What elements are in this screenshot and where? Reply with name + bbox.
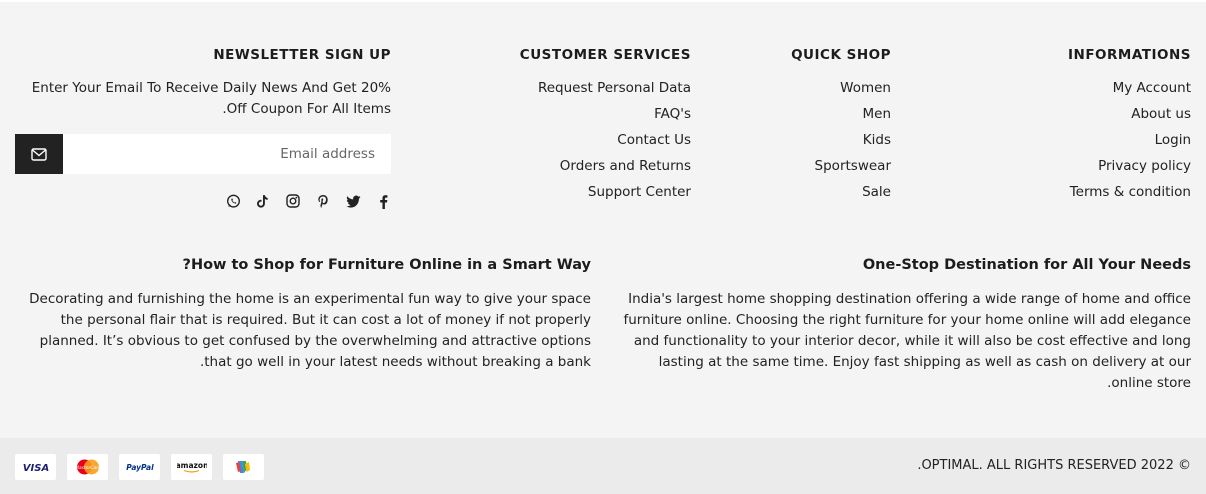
link-terms-condition[interactable]: Terms & condition: [1070, 184, 1191, 200]
link-women[interactable]: Women: [840, 80, 891, 96]
amazon-icon: amazon: [171, 454, 212, 480]
link-men[interactable]: Men: [862, 106, 891, 122]
payment-methods: VISA MasterCard PayPal amazon: [15, 454, 264, 480]
newsletter-column: NEWSLETTER SIGN UP Enter Your Email To R…: [15, 46, 391, 210]
svg-text:amazon: amazon: [177, 461, 207, 470]
top-divider: [0, 0, 1206, 2]
customer-services-list: Request Personal Data FAQ's Contact Us O…: [441, 80, 691, 210]
customer-services-column: CUSTOMER SERVICES Request Personal Data …: [441, 46, 691, 210]
visa-icon: VISA: [15, 454, 56, 480]
quick-shop-column: QUICK SHOP Women Men Kids Sportswear Sal…: [691, 46, 891, 210]
furniture-body: Decorating and furnishing the home is an…: [29, 291, 591, 370]
informations-column: INFORMATIONS My Account About us Login P…: [991, 46, 1191, 210]
svg-text:MasterCard: MasterCard: [75, 465, 101, 471]
copyright-text: © 2022 OPTIMAL. ALL RIGHTS RESERVED.: [917, 458, 1191, 473]
link-orders-returns[interactable]: Orders and Returns: [560, 158, 691, 174]
link-kids[interactable]: Kids: [863, 132, 891, 148]
svg-text:PayPal: PayPal: [126, 463, 154, 472]
twitter-icon[interactable]: [345, 193, 361, 209]
link-my-account[interactable]: My Account: [1113, 80, 1191, 96]
social-links: [15, 192, 391, 210]
quick-shop-list: Women Men Kids Sportswear Sale: [691, 80, 891, 210]
newsletter-description: Enter Your Email To Receive Daily News A…: [31, 80, 391, 117]
link-privacy-policy[interactable]: Privacy policy: [1098, 158, 1191, 174]
link-sportswear[interactable]: Sportswear: [815, 158, 891, 174]
paypal-icon: PayPal: [119, 454, 160, 480]
furniture-title: ?How to Shop for Furniture Online in a S…: [182, 257, 591, 273]
link-sale[interactable]: Sale: [862, 184, 891, 200]
customer-services-title: CUSTOMER SERVICES: [519, 47, 691, 63]
one-stop-article: One-Stop Destination for All Your Needs …: [616, 256, 1192, 394]
mastercard-icon: MasterCard: [67, 454, 108, 480]
newsletter-form: [15, 134, 391, 174]
link-request-personal-data[interactable]: Request Personal Data: [538, 80, 691, 96]
google-wallet-icon: [223, 454, 264, 480]
tiktok-icon[interactable]: [255, 193, 271, 209]
one-stop-title: One-Stop Destination for All Your Needs: [862, 257, 1191, 273]
furniture-article: ?How to Shop for Furniture Online in a S…: [15, 256, 591, 373]
link-faqs[interactable]: FAQ's: [654, 106, 691, 122]
svg-text:VISA: VISA: [22, 463, 48, 473]
envelope-icon: [31, 147, 47, 161]
informations-title: INFORMATIONS: [1068, 47, 1191, 63]
one-stop-body: India's largest home shopping destinatio…: [623, 291, 1192, 391]
instagram-icon[interactable]: [285, 193, 301, 209]
email-input[interactable]: [63, 134, 391, 174]
informations-list: My Account About us Login Privacy policy…: [991, 80, 1191, 210]
footer-bottom-bar: VISA MasterCard PayPal amazon © 2022 OPT…: [0, 438, 1206, 494]
newsletter-title: NEWSLETTER SIGN UP: [213, 47, 391, 63]
link-support-center[interactable]: Support Center: [588, 184, 691, 200]
quick-shop-title: QUICK SHOP: [791, 47, 891, 63]
link-contact-us[interactable]: Contact Us: [617, 132, 691, 148]
whatsapp-icon[interactable]: [225, 193, 241, 209]
pinterest-icon[interactable]: [315, 193, 331, 209]
newsletter-submit-button[interactable]: [15, 134, 63, 174]
facebook-icon[interactable]: [375, 193, 391, 209]
link-about-us[interactable]: About us: [1131, 106, 1191, 122]
link-login[interactable]: Login: [1155, 132, 1191, 148]
